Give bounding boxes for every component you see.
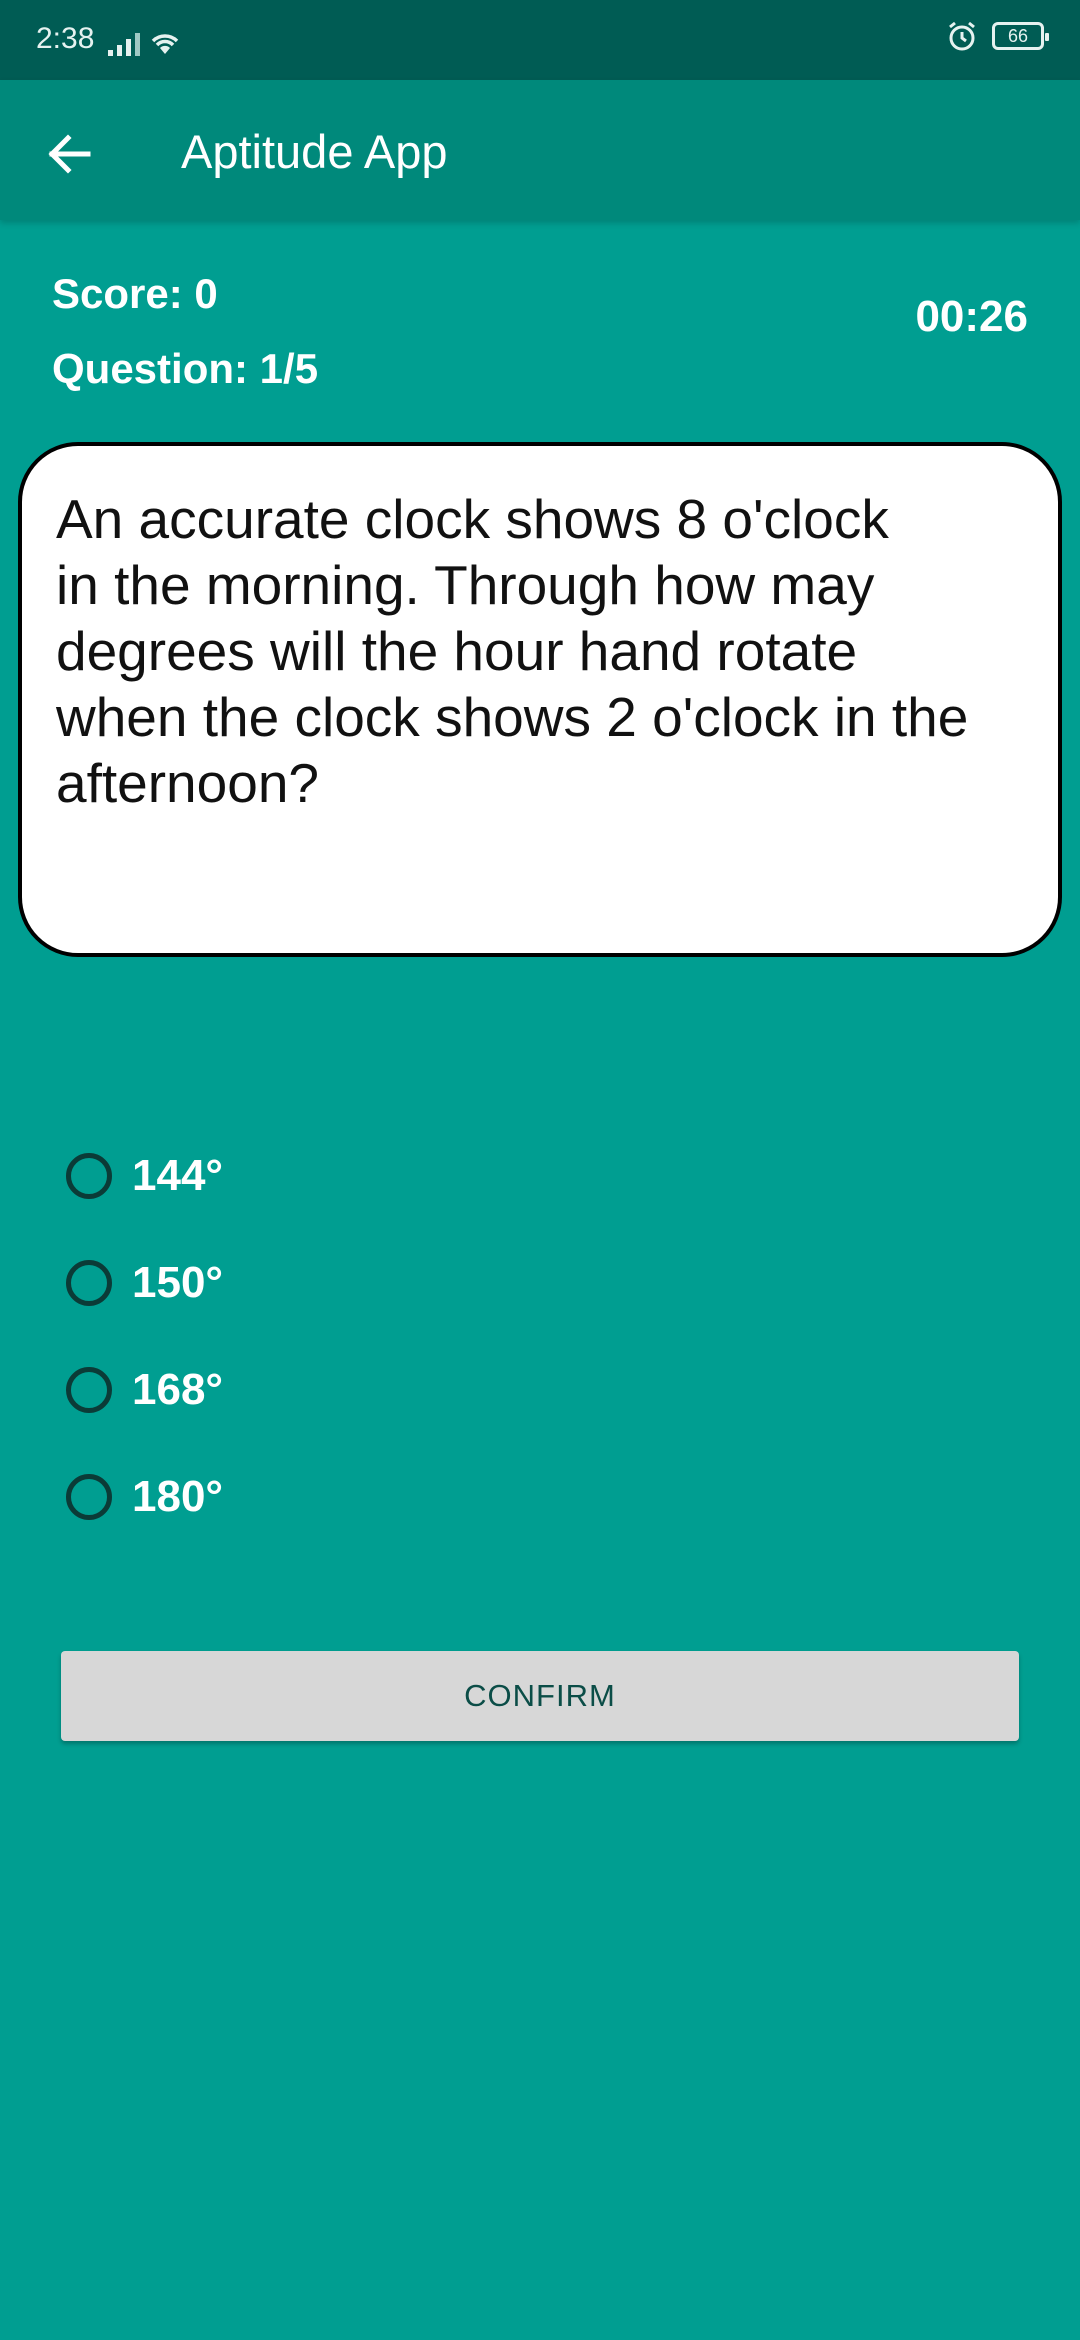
timer: 00:26 [915, 292, 1028, 341]
radio-button[interactable] [66, 1473, 112, 1520]
score-label: Score: 0 [52, 270, 218, 317]
app-bar: Aptitude App [0, 80, 1080, 220]
alarm-icon [949, 21, 975, 51]
status-bar: 2:38 66 [0, 0, 1080, 80]
status-icons-left [108, 26, 182, 56]
option-label: 150° [132, 1257, 224, 1307]
radio-button[interactable] [66, 1259, 112, 1306]
option-label: 168° [132, 1364, 224, 1414]
radio-button[interactable] [66, 1152, 112, 1199]
back-button[interactable] [36, 120, 104, 188]
option-1[interactable]: 144° [66, 1122, 223, 1229]
option-2[interactable]: 150° [66, 1229, 223, 1336]
app-title: Aptitude App [181, 125, 448, 178]
wifi-icon [151, 34, 179, 54]
answer-options: 144° 150° 168° 180° [66, 1122, 223, 1550]
confirm-button[interactable]: CONFIRM [61, 1651, 1019, 1741]
arrow-back-icon [48, 134, 91, 174]
status-icons-right: 66 [946, 20, 1049, 52]
option-3[interactable]: 168° [66, 1336, 223, 1443]
battery-level: 66 [1007, 25, 1029, 46]
question-text: An accurate clock shows 8 o'clock in the… [56, 488, 969, 814]
question-counter: Question: 1/5 [52, 345, 319, 392]
status-time: 2:38 [36, 22, 95, 55]
question-card: An accurate clock shows 8 o'clock in the… [18, 442, 1062, 957]
option-4[interactable]: 180° [66, 1443, 223, 1550]
option-label: 144° [132, 1150, 224, 1200]
battery-icon: 66 [992, 22, 1049, 50]
signal-icon [108, 33, 140, 56]
radio-button[interactable] [66, 1366, 112, 1413]
option-label: 180° [132, 1471, 224, 1521]
